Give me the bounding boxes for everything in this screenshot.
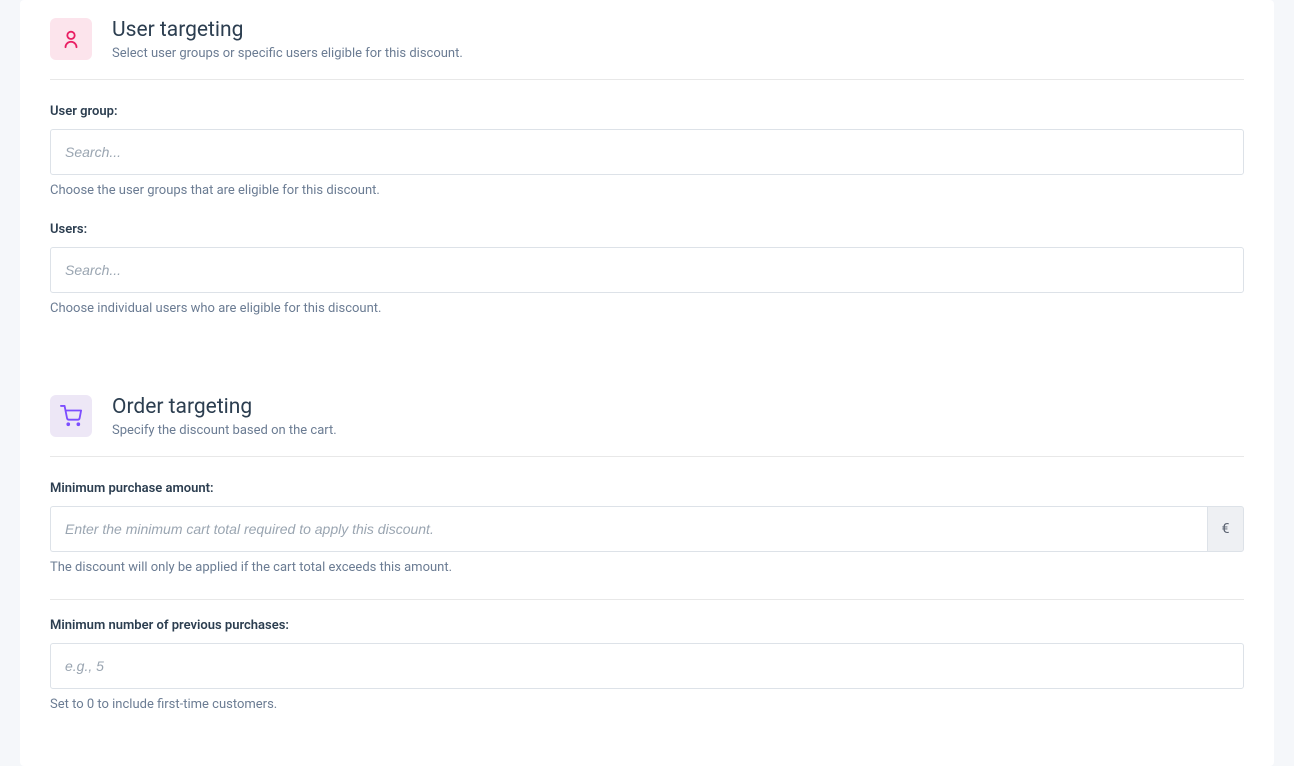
user-group-input[interactable] — [50, 129, 1244, 175]
users-field: Users: Choose individual users who are e… — [50, 222, 1244, 316]
users-help: Choose individual users who are eligible… — [50, 301, 1244, 316]
order-targeting-section: Order targeting Specify the discount bas… — [50, 395, 1244, 712]
section-title: User targeting — [112, 18, 463, 42]
user-icon — [50, 18, 92, 60]
min-previous-field: Minimum number of previous purchases: Se… — [50, 618, 1244, 712]
section-subtitle: Select user groups or specific users eli… — [112, 46, 463, 61]
min-purchase-help: The discount will only be applied if the… — [50, 560, 1244, 575]
section-header: Order targeting Specify the discount bas… — [50, 395, 1244, 457]
section-header: User targeting Select user groups or spe… — [50, 18, 1244, 80]
min-purchase-label: Minimum purchase amount: — [50, 481, 1244, 496]
min-previous-help: Set to 0 to include first-time customers… — [50, 697, 1244, 712]
min-purchase-field: Minimum purchase amount: € The discount … — [50, 481, 1244, 575]
section-subtitle: Specify the discount based on the cart. — [112, 423, 337, 438]
user-group-label: User group: — [50, 104, 1244, 119]
section-title: Order targeting — [112, 395, 337, 419]
users-input[interactable] — [50, 247, 1244, 293]
users-label: Users: — [50, 222, 1244, 237]
user-targeting-section: User targeting Select user groups or spe… — [50, 0, 1244, 316]
min-purchase-input[interactable] — [50, 506, 1207, 552]
form-card: User targeting Select user groups or spe… — [20, 0, 1274, 766]
min-previous-label: Minimum number of previous purchases: — [50, 618, 1244, 633]
currency-addon: € — [1207, 506, 1244, 552]
user-group-help: Choose the user groups that are eligible… — [50, 183, 1244, 198]
min-previous-input[interactable] — [50, 643, 1244, 689]
divider — [50, 599, 1244, 600]
user-group-field: User group: Choose the user groups that … — [50, 104, 1244, 198]
cart-icon — [50, 395, 92, 437]
